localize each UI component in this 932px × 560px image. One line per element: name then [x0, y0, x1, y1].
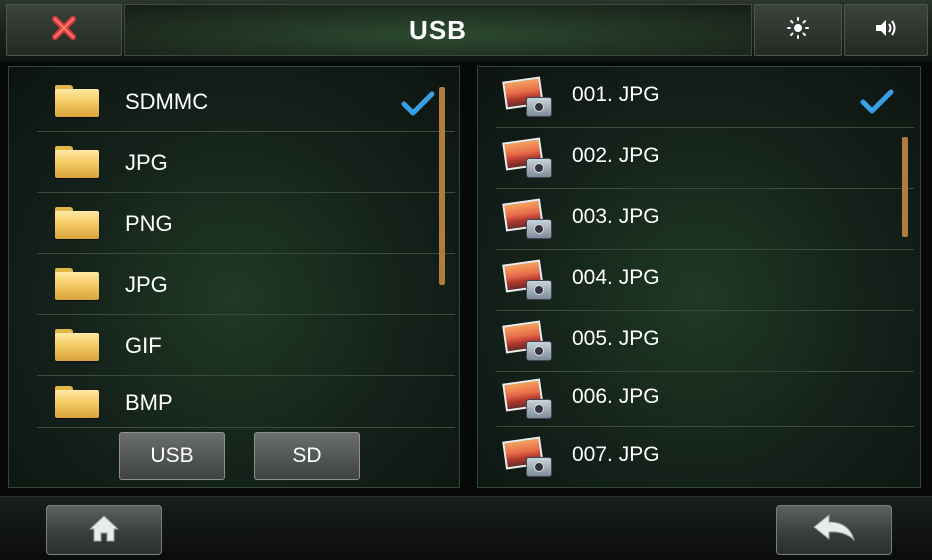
folder-icon [55, 207, 99, 239]
folder-item[interactable]: SDMMC [37, 71, 455, 132]
folder-item[interactable]: JPG [37, 132, 455, 193]
file-label: 003. JPG [572, 205, 660, 228]
folder-item[interactable]: JPG [37, 254, 455, 315]
back-button[interactable] [776, 505, 892, 555]
folder-label: BMP [125, 390, 173, 415]
image-file-icon [502, 320, 552, 361]
file-list-panel: 001. JPG 002. JPG 003. JPG 004. JPG 005.… [477, 66, 921, 488]
file-label: 005. JPG [572, 327, 660, 350]
file-label: 004. JPG [572, 266, 660, 289]
folder-icon [55, 268, 99, 300]
page-title: USB [409, 14, 467, 45]
file-item[interactable]: 004. JPG [496, 250, 914, 311]
brightness-button[interactable] [754, 4, 842, 56]
title-area: USB [124, 4, 752, 56]
folder-label: PNG [125, 211, 173, 236]
folder-item[interactable]: BMP [37, 372, 455, 428]
folder-label: SDMMC [125, 89, 209, 114]
folder-icon [55, 85, 99, 117]
image-file-icon [502, 137, 552, 178]
folder-label: GIF [125, 333, 162, 358]
home-icon [87, 513, 121, 548]
close-button[interactable] [6, 4, 122, 56]
folder-scrollbar[interactable] [439, 87, 445, 285]
image-file-icon [502, 259, 552, 300]
folder-list-panel: SDMMC JPG PNG JPG GIF BMP USB SD [8, 66, 460, 488]
home-button[interactable] [46, 505, 162, 555]
folder-icon [55, 386, 99, 418]
file-label: 002. JPG [572, 144, 660, 167]
back-arrow-icon [811, 513, 857, 548]
sd-source-button[interactable]: SD [254, 432, 360, 480]
checkmark-icon [860, 89, 894, 114]
image-file-icon [502, 198, 552, 239]
file-item[interactable]: 006. JPG [496, 369, 914, 427]
bottom-bar [0, 496, 932, 560]
file-item[interactable]: 003. JPG [496, 189, 914, 250]
file-item[interactable]: 001. JPG [496, 67, 914, 128]
file-item[interactable]: 005. JPG [496, 311, 914, 372]
folder-label: JPG [125, 272, 168, 297]
file-label: 001. JPG [572, 83, 660, 106]
folder-item[interactable]: PNG [37, 193, 455, 254]
image-file-icon [502, 436, 552, 477]
brightness-icon [787, 16, 809, 44]
usb-source-button[interactable]: USB [119, 432, 225, 480]
volume-button[interactable] [844, 4, 928, 56]
main-area: SDMMC JPG PNG JPG GIF BMP USB SD 001. JP… [0, 62, 932, 496]
image-file-icon [502, 378, 552, 419]
file-label: 007. JPG [572, 443, 660, 466]
file-label: 006. JPG [572, 385, 660, 408]
image-file-icon [502, 76, 552, 117]
close-icon [51, 15, 77, 46]
volume-icon [874, 18, 898, 43]
folder-icon [55, 329, 99, 361]
file-item[interactable]: 007. JPG [496, 427, 914, 487]
file-scrollbar[interactable] [902, 137, 908, 237]
folder-label: JPG [125, 150, 168, 175]
top-bar: USB [0, 0, 932, 63]
checkmark-icon [401, 91, 435, 116]
folder-item[interactable]: GIF [37, 315, 455, 376]
folder-icon [55, 146, 99, 178]
file-item[interactable]: 002. JPG [496, 128, 914, 189]
